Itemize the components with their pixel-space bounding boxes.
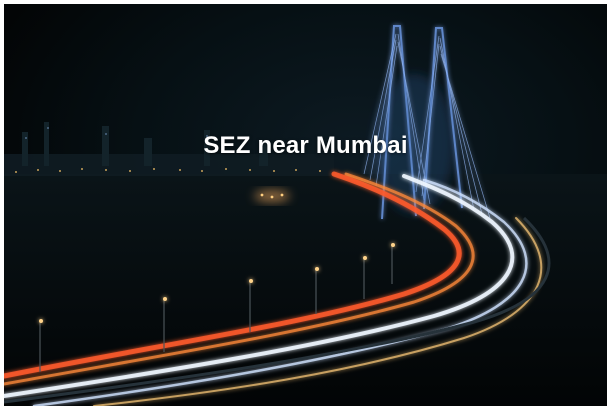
hero-title: SEZ near Mumbai — [203, 132, 408, 159]
hero-image — [4, 4, 607, 406]
hero-banner: SEZ near Mumbai — [4, 4, 607, 406]
